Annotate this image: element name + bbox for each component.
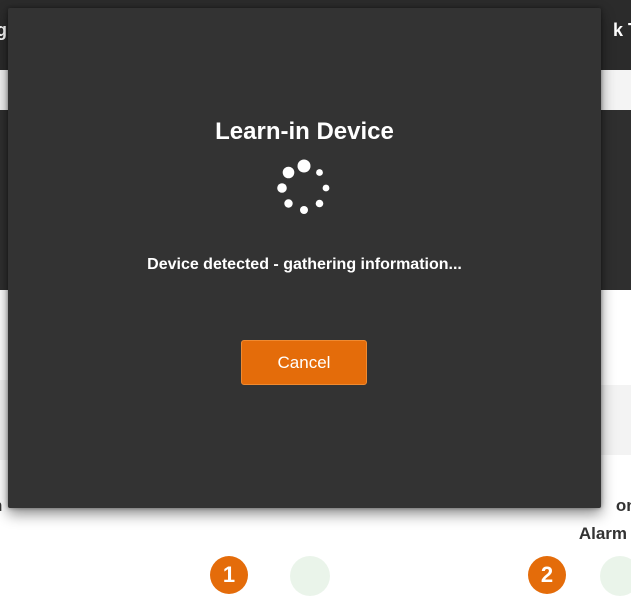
learn-in-device-dialog: Learn-in Device Device detected - gather… — [8, 8, 601, 508]
background-count-badge: 2 — [528, 556, 566, 594]
background-count-badge: 1 — [210, 556, 248, 594]
background-top-bar-text-right: k T — [612, 20, 631, 40]
background-status-circle — [290, 556, 330, 596]
loading-spinner-icon — [277, 159, 330, 214]
background-label-right-line2: Alarm — [578, 524, 627, 543]
dialog-title: Learn-in Device — [215, 118, 394, 145]
cancel-button[interactable]: Cancel — [241, 340, 367, 385]
background-top-bar-text-left: g — [0, 20, 7, 40]
background-label-left: n — [0, 492, 2, 520]
dialog-status-message: Device detected - gathering information.… — [147, 256, 462, 273]
background-status-circle — [600, 556, 631, 596]
